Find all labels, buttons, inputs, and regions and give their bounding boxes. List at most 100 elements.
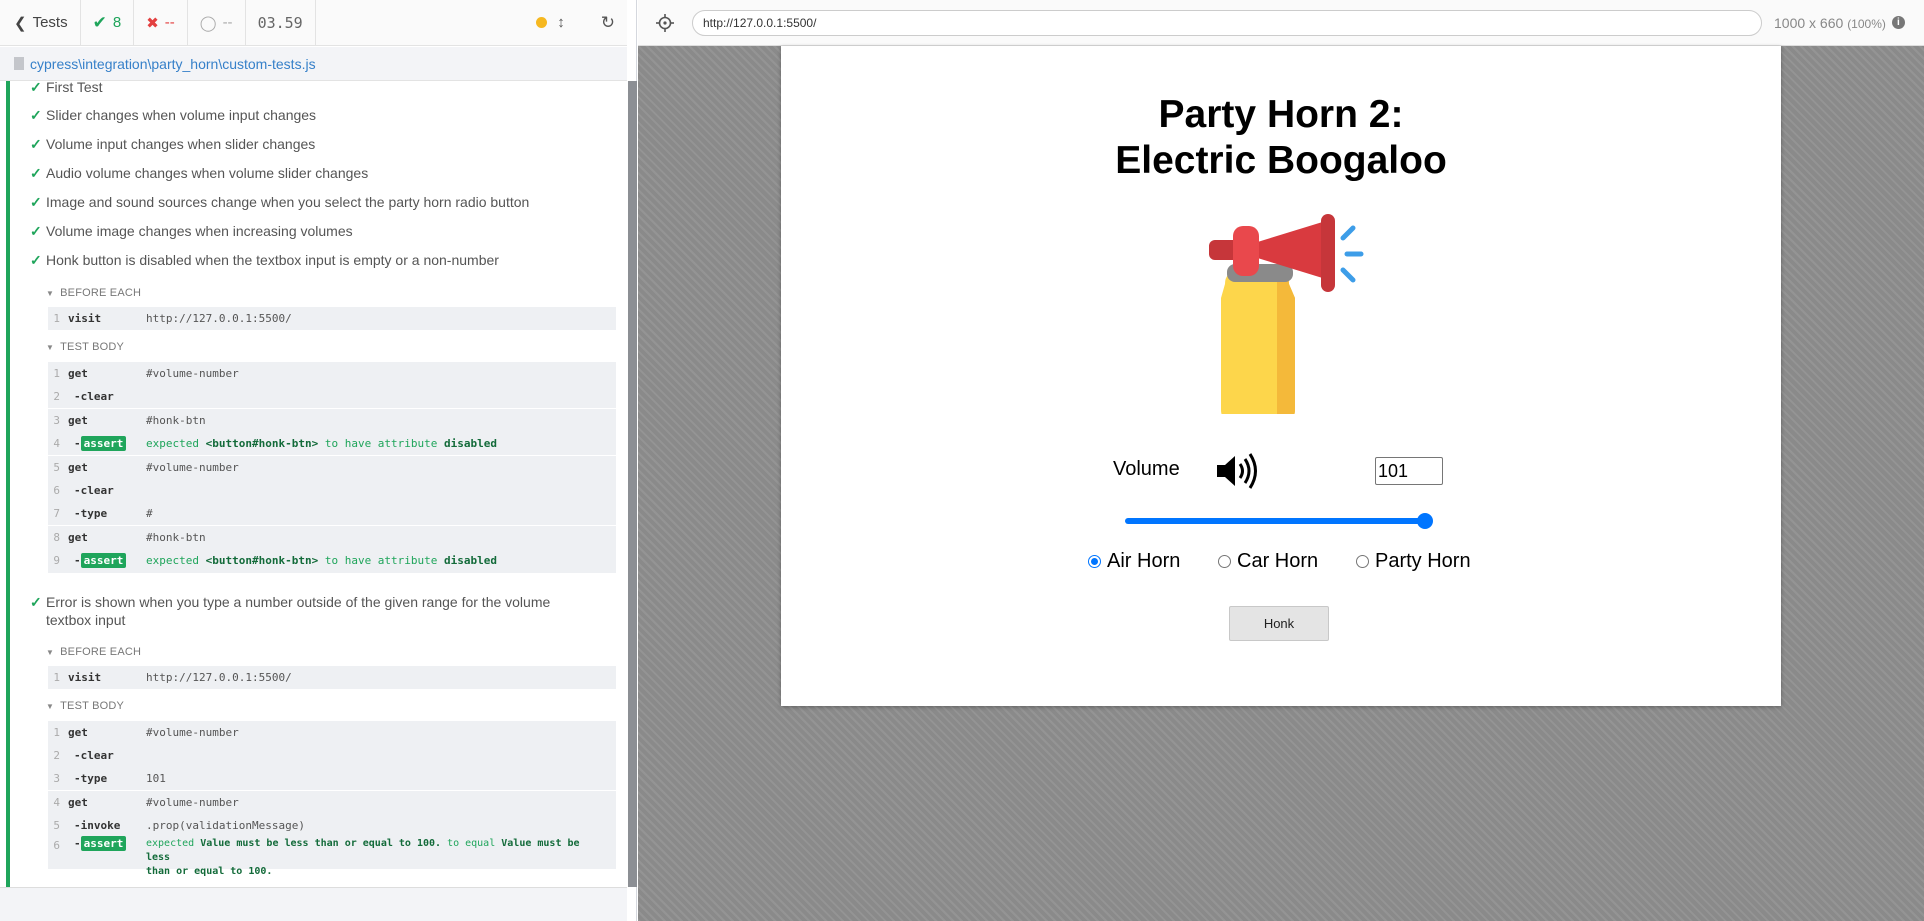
check-icon: ✓ bbox=[30, 223, 42, 239]
command-row[interactable]: 5 -invoke .prop(validationMessage) bbox=[48, 814, 616, 837]
passed-value: 8 bbox=[112, 14, 122, 31]
radio-air-horn[interactable]: Air Horn bbox=[1088, 550, 1180, 573]
test-item[interactable]: ✓ Image and sound sources change when you… bbox=[30, 193, 529, 211]
volume-level-3-icon bbox=[1217, 453, 1257, 489]
test-title: Audio volume changes when volume slider … bbox=[46, 165, 369, 181]
test-body-label[interactable]: ▼ TEST BODY bbox=[46, 341, 124, 353]
assert-message: expected <button#honk-btn> to have attri… bbox=[146, 554, 498, 567]
test-title: Slider changes when volume input changes bbox=[46, 107, 317, 123]
test-item[interactable]: ✓ Audio volume changes when volume slider… bbox=[30, 164, 368, 182]
radio-unchecked-icon[interactable] bbox=[1218, 555, 1231, 568]
failed-value: -- bbox=[164, 14, 175, 31]
before-each-label[interactable]: ▼ BEFORE EACH bbox=[46, 646, 141, 658]
test-item[interactable]: ✓ Error is shown when you type a number o… bbox=[30, 593, 590, 629]
command-row[interactable]: 9 - assert expected <button#honk-btn> to … bbox=[48, 549, 616, 572]
status-dot-icon bbox=[536, 17, 548, 28]
autoscroll-icon[interactable]: ↕ bbox=[557, 14, 565, 31]
test-body-label[interactable]: ▼ TEST BODY bbox=[46, 700, 124, 712]
selector-playground-icon[interactable] bbox=[652, 10, 678, 36]
check-icon: ✓ bbox=[30, 594, 42, 610]
honk-button[interactable]: Honk bbox=[1229, 606, 1329, 641]
test-item[interactable]: ✓ Honk button is disabled when the textbo… bbox=[30, 251, 499, 269]
tests-back-button[interactable]: ❮ Tests bbox=[0, 0, 81, 45]
assert-message: expected Value must be less than or equa… bbox=[146, 838, 580, 877]
tests-label: Tests bbox=[32, 14, 68, 31]
command-row[interactable]: 8 get #honk-btn bbox=[48, 526, 616, 549]
duration: 03.59 bbox=[246, 0, 316, 45]
x-icon: ✖ bbox=[146, 14, 159, 32]
reporter-footer bbox=[0, 887, 627, 921]
info-icon[interactable]: i bbox=[1891, 16, 1905, 29]
command-row[interactable]: 2 -clear bbox=[48, 385, 616, 408]
command-row[interactable]: 5 get #volume-number bbox=[48, 456, 616, 479]
url-bar[interactable]: http://127.0.0.1:5500/ bbox=[692, 9, 1762, 36]
command-row[interactable]: 1 get #volume-number bbox=[48, 721, 616, 744]
header-controls: ↕ ↻ bbox=[524, 0, 627, 45]
caret-down-icon: ▼ bbox=[46, 289, 55, 298]
failed-count[interactable]: ✖ -- bbox=[134, 0, 188, 45]
reporter-scrollbar[interactable] bbox=[628, 81, 637, 887]
volume-slider-thumb[interactable] bbox=[1417, 513, 1433, 529]
test-title: Honk button is disabled when the textbox… bbox=[46, 252, 499, 268]
test-item[interactable]: ✓ Volume image changes when increasing vo… bbox=[30, 222, 353, 240]
reporter-header: ❮ Tests ✔ 8 ✖ -- ◯ -- 03.59 ↕ ↻ bbox=[0, 0, 627, 46]
spec-file-bar: cypress\integration\party_horn\custom-te… bbox=[0, 47, 627, 81]
command-row[interactable]: 6 - assert expected Value must be less th… bbox=[48, 836, 616, 877]
spec-path-link[interactable]: cypress\integration\party_horn\custom-te… bbox=[30, 56, 316, 72]
command-row[interactable]: 1 visit http://127.0.0.1:5500/ bbox=[48, 666, 616, 689]
pending-value: -- bbox=[222, 14, 233, 31]
check-icon: ✓ bbox=[30, 252, 42, 268]
assert-badge: assert bbox=[80, 553, 127, 568]
command-group: 1 get #volume-number 2 -clear 3 -type 10… bbox=[48, 721, 616, 877]
command-group: 1 visit http://127.0.0.1:5500/ bbox=[48, 307, 616, 330]
page-title: Party Horn 2: Electric Boogaloo bbox=[1115, 93, 1447, 182]
command-row[interactable]: 4 - assert expected <button#honk-btn> to … bbox=[48, 432, 616, 455]
test-title: Volume image changes when increasing vol… bbox=[46, 223, 353, 239]
radio-unchecked-icon[interactable] bbox=[1356, 555, 1369, 568]
test-item[interactable]: ✓ First Test bbox=[30, 81, 103, 96]
command-row[interactable]: 6 -clear bbox=[48, 479, 616, 502]
before-each-label[interactable]: ▼ BEFORE EACH bbox=[46, 287, 141, 299]
browser-header: http://127.0.0.1:5500/ 1000 x 660 (100%)… bbox=[638, 0, 1924, 46]
command-row[interactable]: 2 -clear bbox=[48, 744, 616, 767]
assert-badge: assert bbox=[80, 836, 127, 851]
command-row[interactable]: 3 get #honk-btn bbox=[48, 409, 616, 432]
test-list[interactable]: ✓ First Test ✓ Slider changes when volume … bbox=[6, 81, 627, 887]
check-icon: ✓ bbox=[30, 165, 42, 181]
header-spacer bbox=[316, 0, 525, 45]
volume-label: Volume bbox=[1113, 458, 1180, 480]
app-frame: Party Horn 2: Electric Boogaloo Volume 1… bbox=[781, 46, 1781, 706]
viewport-size: 1000 x 660 (100%) bbox=[1774, 14, 1886, 31]
check-icon: ✓ bbox=[30, 81, 42, 95]
caret-down-icon: ▼ bbox=[46, 702, 55, 711]
pending-count[interactable]: ◯ -- bbox=[188, 0, 246, 45]
test-item[interactable]: ✓ Slider changes when volume input change… bbox=[30, 106, 316, 124]
command-row[interactable]: 4 get #volume-number bbox=[48, 791, 616, 814]
app-under-test-area: Party Horn 2: Electric Boogaloo Volume 1… bbox=[638, 46, 1924, 921]
volume-slider-track[interactable] bbox=[1125, 518, 1425, 524]
circle-notch-icon: ◯ bbox=[199, 14, 217, 32]
assert-message: expected <button#honk-btn> to have attri… bbox=[146, 437, 498, 450]
command-row[interactable]: 1 visit http://127.0.0.1:5500/ bbox=[48, 307, 616, 330]
chevron-left-icon: ❮ bbox=[14, 14, 27, 32]
passed-count[interactable]: ✔ 8 bbox=[81, 0, 135, 45]
check-icon: ✓ bbox=[30, 136, 42, 152]
check-icon: ✔ bbox=[92, 12, 107, 32]
test-reporter: ❮ Tests ✔ 8 ✖ -- ◯ -- 03.59 ↕ ↻ cypress\… bbox=[0, 0, 637, 921]
volume-number-input[interactable] bbox=[1375, 457, 1443, 485]
caret-down-icon: ▼ bbox=[46, 343, 55, 352]
command-group: 1 visit http://127.0.0.1:5500/ bbox=[48, 666, 616, 689]
test-item[interactable]: ✓ Volume input changes when slider change… bbox=[30, 135, 315, 153]
test-title: Image and sound sources change when you … bbox=[46, 194, 530, 210]
test-title: First Test bbox=[46, 81, 103, 95]
assert-badge: assert bbox=[80, 436, 127, 451]
rerun-icon[interactable]: ↻ bbox=[601, 13, 615, 33]
caret-down-icon: ▼ bbox=[46, 648, 55, 657]
command-row[interactable]: 1 get #volume-number bbox=[48, 362, 616, 385]
command-row[interactable]: 3 -type 101 bbox=[48, 767, 616, 790]
radio-car-horn[interactable]: Car Horn bbox=[1218, 550, 1318, 573]
command-group: 1 get #volume-number 2 -clear 3 get #hon… bbox=[48, 362, 616, 573]
command-row[interactable]: 7 -type # bbox=[48, 502, 616, 525]
radio-checked-icon[interactable] bbox=[1088, 555, 1101, 568]
radio-party-horn[interactable]: Party Horn bbox=[1356, 550, 1471, 573]
